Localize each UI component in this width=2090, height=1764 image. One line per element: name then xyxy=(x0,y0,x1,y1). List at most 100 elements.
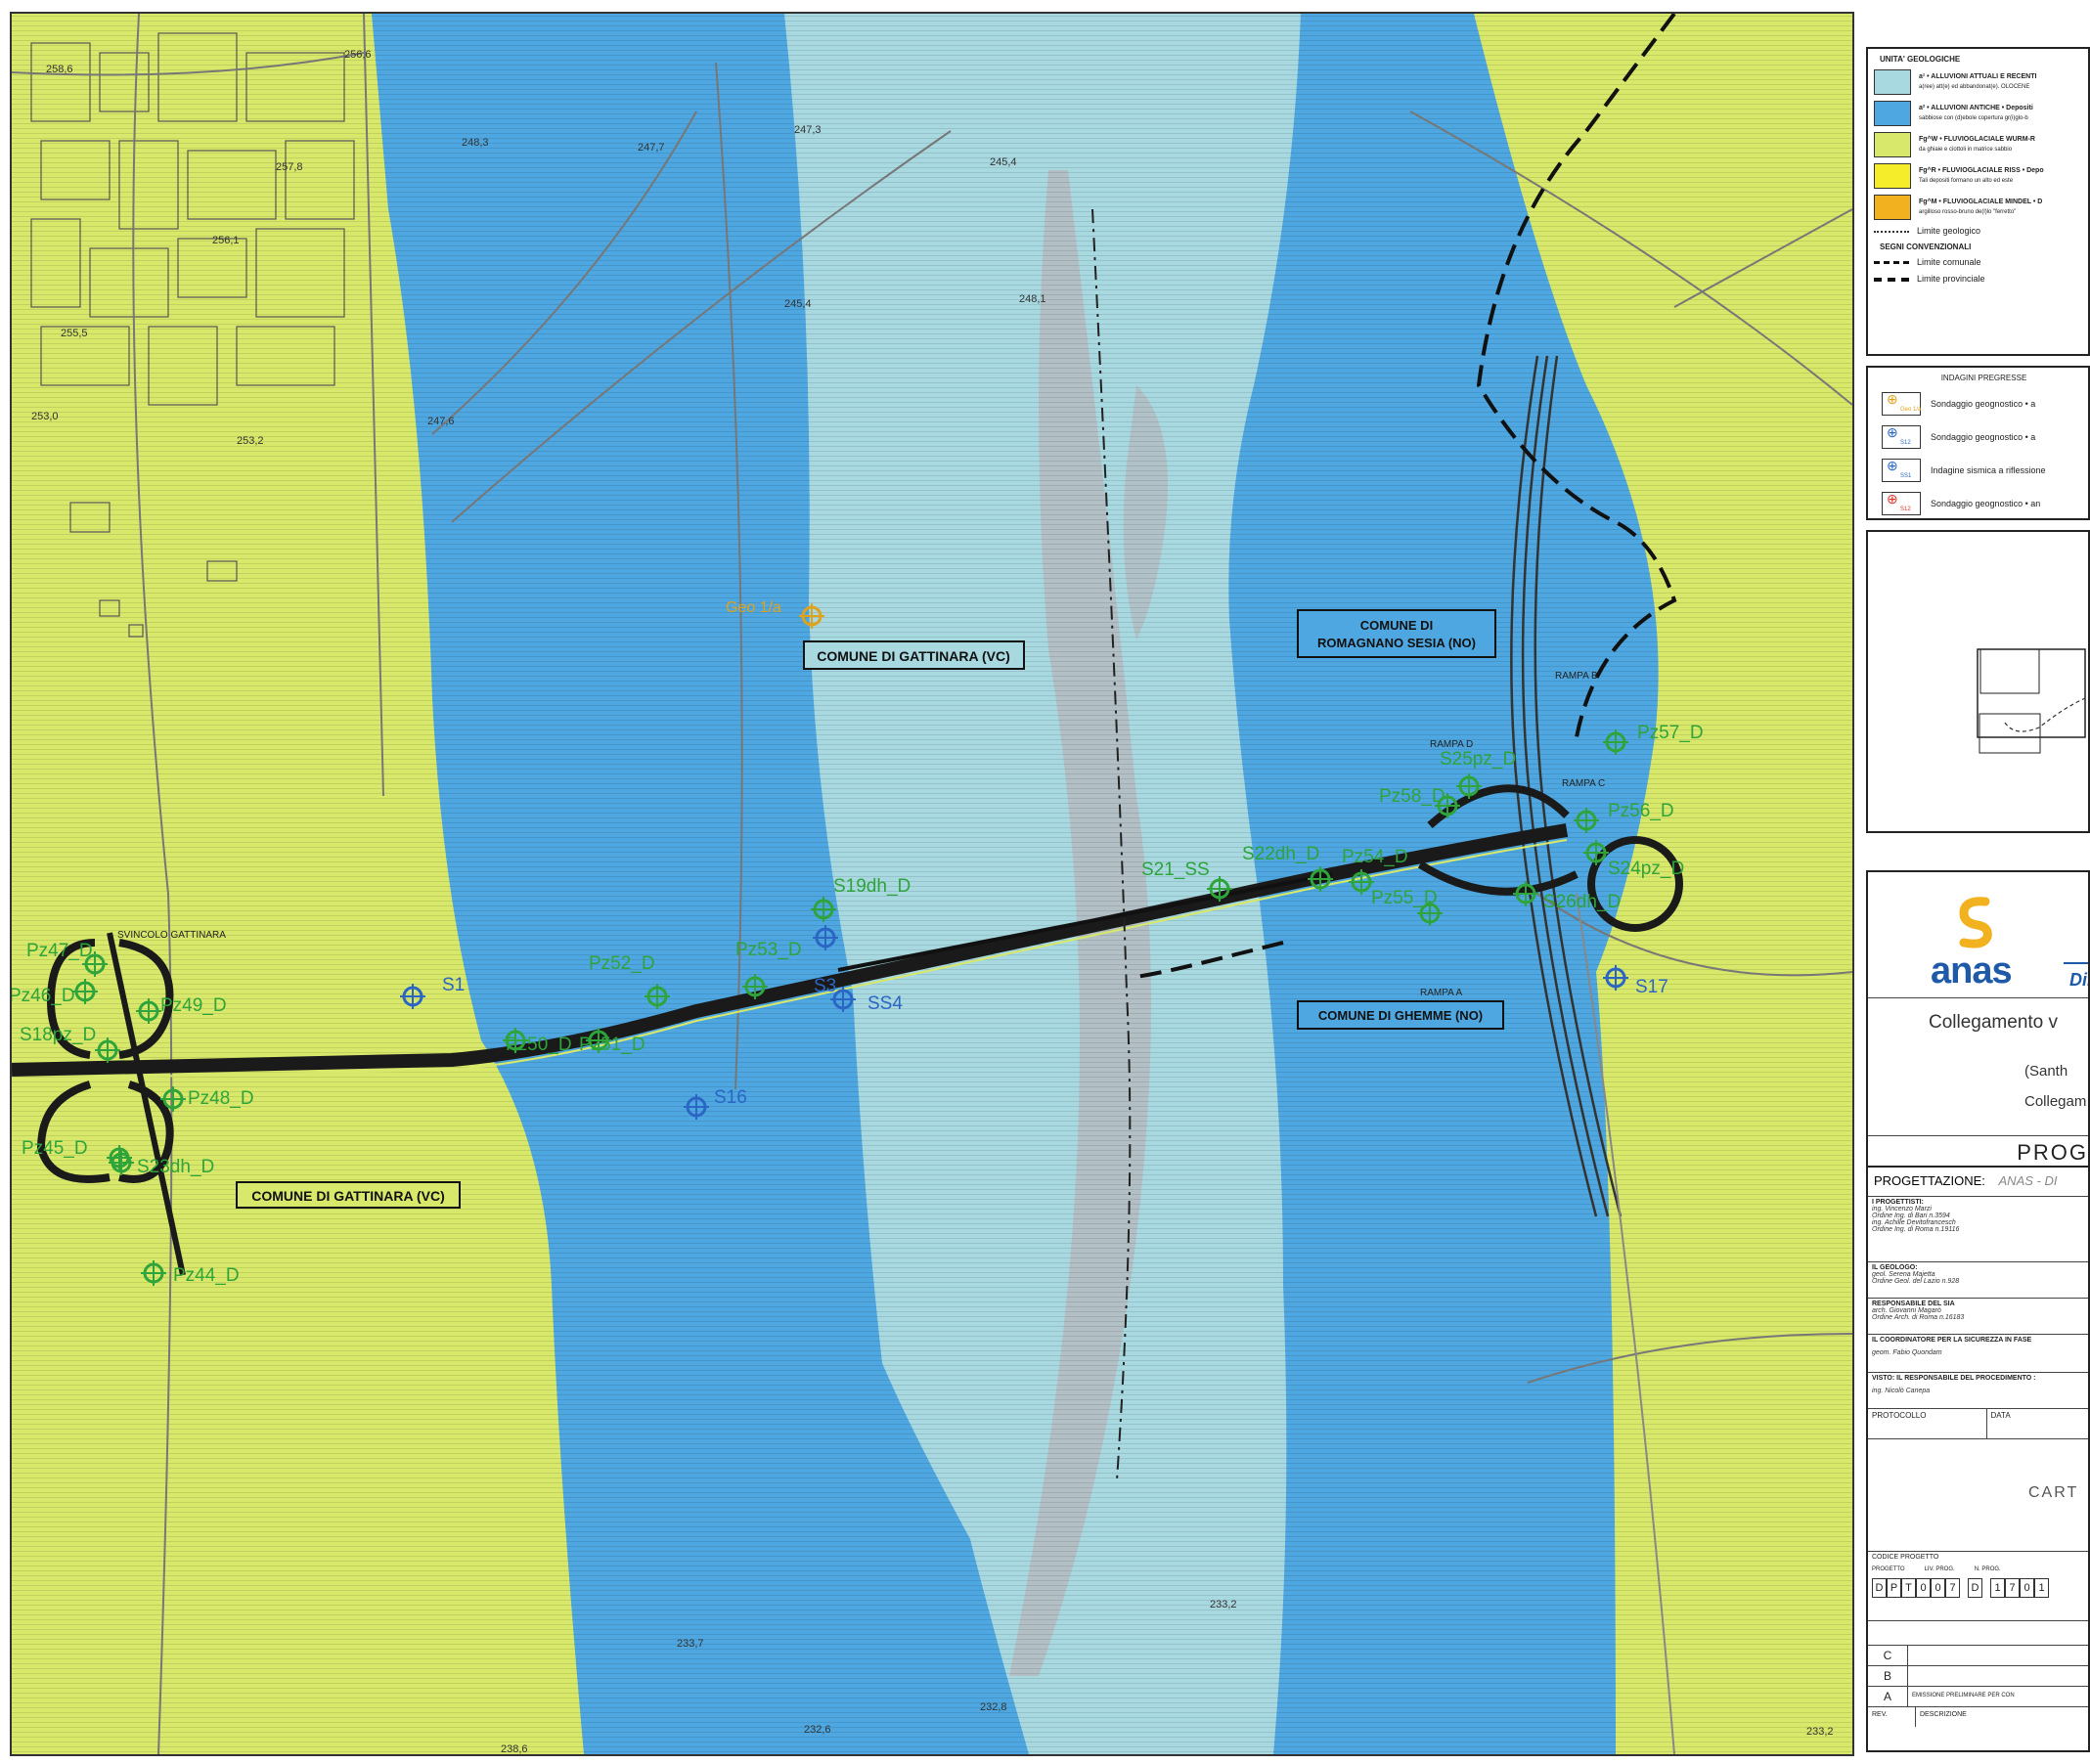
protocollo-row: PROTOCOLLO DATA xyxy=(1868,1408,2088,1438)
borehole-symbol-icon: ⊕ S12 xyxy=(1882,492,1921,515)
legend-unit-text: Fg^R • FLUVIOGLACIALE RISS • Depo Tali de… xyxy=(1919,165,2044,187)
anas-brand-sub: Dir xyxy=(2069,970,2088,990)
legend-swatch xyxy=(1874,101,1911,126)
elevation-label: 256,1 xyxy=(212,235,240,246)
borehole-label: S23dh_D xyxy=(137,1157,214,1177)
elevation-label: 233,7 xyxy=(677,1638,704,1650)
legend-unit-text: a¹ • ALLUVIONI ATTUALI E RECENTI a(ree) a… xyxy=(1919,71,2036,93)
elevation-label: 247,3 xyxy=(794,124,822,136)
borehole-label: S16 xyxy=(714,1087,747,1108)
elevation-label: 248,1 xyxy=(1019,293,1046,305)
legend-unit-label: a² • ALLUVIONI ANTICHE • Depositi xyxy=(1919,105,2033,111)
legend-unit-text: a² • ALLUVIONI ANTICHE • Depositi sabbios… xyxy=(1919,103,2033,124)
brand-rule xyxy=(2064,962,2088,964)
borehole-label: Pz46_D xyxy=(12,986,75,1006)
legend-unit-row: a² • ALLUVIONI ANTICHE • Depositi sabbios… xyxy=(1874,101,2088,126)
crosshair-icon: ⊕ xyxy=(1887,458,1898,473)
dotted-line-icon xyxy=(1874,230,1909,233)
borehole-symbol-icon: ⊕ SS1 xyxy=(1882,459,1921,482)
revision-code: C xyxy=(1868,1646,1908,1665)
borehole-label: S19dh_D xyxy=(833,876,911,897)
legend-indagine-tag: S12 xyxy=(1900,507,1911,512)
visto-block: VISTO: IL RESPONSABILE DEL PROCEDIMENTO … xyxy=(1868,1372,2088,1408)
keymap-svg xyxy=(1977,648,2086,754)
codice-label: CODICE PROGETTO xyxy=(1872,1554,1939,1561)
visto-name: ing. Nicolò Canepa xyxy=(1872,1388,1931,1394)
legend-text: Limite geologico xyxy=(1917,226,1981,236)
legend-limit-geo: Limite geologico xyxy=(1874,226,2088,237)
codice-cell: T xyxy=(1901,1578,1916,1598)
data-label: DATA xyxy=(1990,1411,2011,1420)
borehole-label: S26dh_D xyxy=(1543,892,1621,912)
sia-line: arch. Giovanni Magarò xyxy=(1872,1307,1941,1314)
comune-label: COMUNE DI GHEMME (NO) xyxy=(1318,1008,1483,1023)
borehole-label: S3 xyxy=(814,976,836,996)
elevation-label: 253,0 xyxy=(31,411,59,422)
keymap-panel xyxy=(1866,530,2090,833)
project-line-1: Collegamento v xyxy=(1929,1012,2059,1033)
desc-header: DESCRIZIONE xyxy=(1920,1711,1967,1718)
geologo-line: Ordine Geol. del Lazio n.928 xyxy=(1872,1278,1960,1285)
legend-unit-sub: argilloso rosso-bruno de(l)lo "ferretto" xyxy=(1919,209,2017,215)
borehole-label: Pz44_D xyxy=(173,1265,240,1286)
legend-indagini-panel: INDAGINI PREGRESSE ⊕ Geo 1/a Sondaggio geo… xyxy=(1866,366,2090,520)
elevation-label: 255,5 xyxy=(61,328,88,339)
codice-sub: N. PROG. xyxy=(1974,1566,2001,1572)
legend-indagine-tag: Geo 1/a xyxy=(1900,407,1922,413)
elevation-label: 245,4 xyxy=(784,298,812,310)
progettazione-row: PROGETTAZIONE: ANAS - DI xyxy=(1868,1168,2088,1197)
progettazione-label: PROGETTAZIONE: xyxy=(1874,1173,1985,1188)
elevation-label: 257,8 xyxy=(276,161,303,173)
legend-indagine-row: ⊕ Geo 1/a Sondaggio geognostico • a xyxy=(1882,392,2088,416)
borehole-label: Pz54_D xyxy=(1342,847,1408,867)
elevation-label: 247,7 xyxy=(638,142,665,154)
elevation-label: 256,6 xyxy=(344,49,372,61)
elevation-label: 247,6 xyxy=(427,416,455,427)
geologo-block: IL GEOLOGO: geol. Serena Majetta Ordine … xyxy=(1868,1261,2088,1298)
comune-label: ROMAGNANO SESIA (NO) xyxy=(1317,636,1476,650)
legend-indagine-label: Indagine sismica a riflessione xyxy=(1931,464,2046,475)
ramp-label: RAMPA C xyxy=(1562,778,1605,789)
comune-romagnano: COMUNE DI ROMAGNANO SESIA (NO) xyxy=(1297,609,1496,658)
borehole-label: Pz58_D xyxy=(1379,786,1445,807)
codice-cell: 1 xyxy=(1990,1578,2005,1598)
revision-desc xyxy=(1908,1666,1916,1686)
geo-label: Geo 1/a xyxy=(726,599,781,616)
borehole-label: S21_SS xyxy=(1141,860,1210,880)
comune-gattinara-bottom: COMUNE DI GATTINARA (VC) xyxy=(236,1181,461,1209)
revision-desc: EMISSIONE PRELIMINARE PER CON xyxy=(1912,1693,2015,1698)
elevation-label: 233,2 xyxy=(1806,1726,1834,1738)
revision-row: B xyxy=(1868,1665,2088,1686)
visto-label: VISTO: IL RESPONSABILE DEL PROCEDIMENTO … xyxy=(1872,1375,2036,1382)
crosshair-icon: ⊕ xyxy=(1887,391,1898,407)
comune-label: COMUNE DI xyxy=(1360,618,1433,633)
revision-row: C xyxy=(1868,1645,2088,1665)
borehole-label: SS4 xyxy=(867,993,903,1014)
legend-swatch xyxy=(1874,69,1911,95)
borehole-label: Pz52_D xyxy=(589,953,655,974)
codice-cell: 7 xyxy=(1945,1578,1960,1598)
legend-limit-comunale: Limite comunale xyxy=(1874,257,2088,268)
comune-gattinara-top: COMUNE DI GATTINARA (VC) xyxy=(803,640,1025,670)
borehole-marker[interactable]: Pz48_D xyxy=(160,1086,254,1112)
legend-unit-sub: a(ree) att(e) ed abbandonat(e). OLOCENE xyxy=(1919,84,2030,90)
coordinatore-label: IL COORDINATORE PER LA SICUREZZA IN FASE xyxy=(1872,1337,2032,1344)
codice-sub: LIV. PROG. xyxy=(1924,1566,1955,1572)
codice-block: CODICE PROGETTO PROGETTO LIV. PROG. N. P… xyxy=(1868,1551,2088,1620)
borehole-label: S22dh_D xyxy=(1242,844,1319,864)
project-line-2: (Santh xyxy=(2024,1063,2068,1080)
borehole-label: Pz45_D xyxy=(22,1138,88,1159)
coordinatore-name: geom. Fabio Quondam xyxy=(1872,1349,1942,1356)
codice-cell: 0 xyxy=(1916,1578,1931,1598)
geological-map[interactable]: 258,6 257,8 256,1 253,0 253,2 248,3 247,… xyxy=(10,12,1854,1756)
revision-table: C B A EMISSIONE PRELIMINARE PER CON xyxy=(1868,1645,2088,1706)
elevation-label: 238,6 xyxy=(501,1743,528,1754)
progettazione-value: ANAS - DI xyxy=(1998,1173,2058,1188)
elevation-label: 248,3 xyxy=(462,137,489,149)
legend-unit-sub: sabbiose con (d)ebole copertura gr(i)glo… xyxy=(1919,115,2028,121)
comune-label: COMUNE DI GATTINARA (VC) xyxy=(817,648,1010,664)
legend-unit-sub: Tali depositi formano un alto ed este xyxy=(1919,178,2014,184)
elevation-label: 258,6 xyxy=(46,64,73,75)
borehole-label: S25pz_D xyxy=(1440,749,1516,770)
comune-ghemme: COMUNE DI GHEMME (NO) xyxy=(1297,1000,1504,1030)
